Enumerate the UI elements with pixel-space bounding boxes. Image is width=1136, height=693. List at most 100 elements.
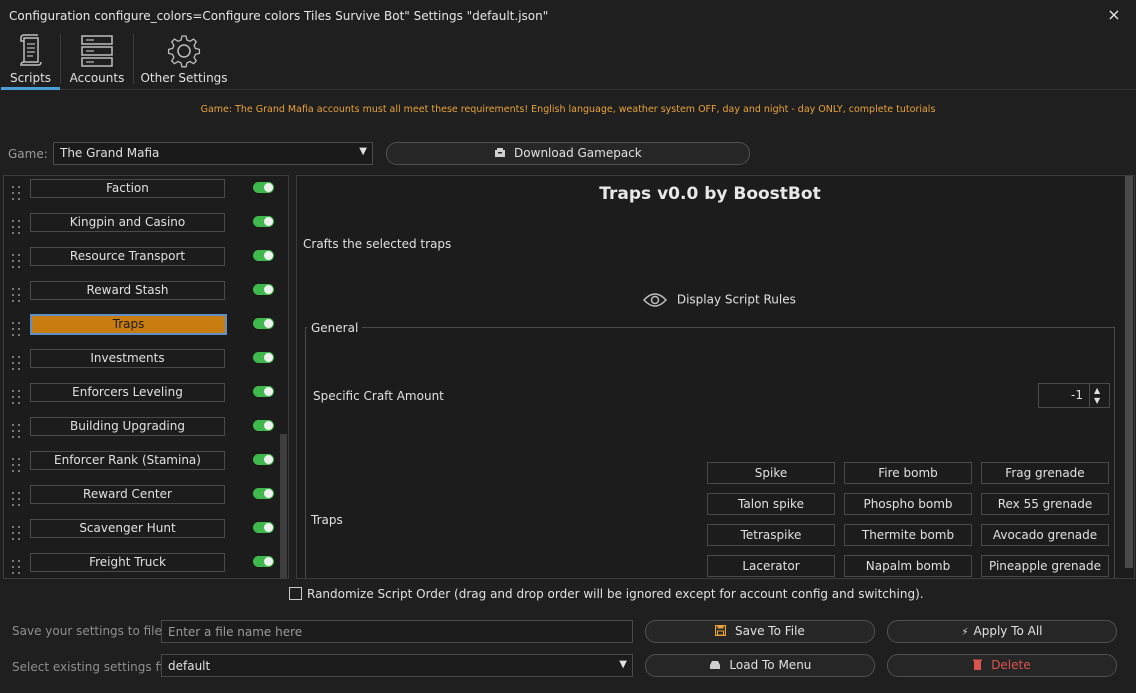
script-button[interactable]: Building Upgrading (30, 417, 225, 436)
script-row[interactable]: Investments (4, 347, 288, 381)
script-button[interactable]: Scavenger Hunt (30, 519, 225, 538)
general-group-label: General (307, 321, 363, 335)
drag-handle-icon[interactable] (12, 288, 22, 304)
script-button[interactable]: Resource Transport (30, 247, 225, 266)
script-button[interactable]: Traps (30, 314, 227, 335)
drag-handle-icon[interactable] (12, 560, 22, 576)
tab-scripts[interactable]: Scripts (1, 32, 60, 88)
download-gamepack-label: Download Gamepack (514, 146, 642, 160)
apply-to-all-button[interactable]: ⚡ Apply To All (887, 620, 1117, 643)
close-button[interactable]: × (1104, 4, 1124, 26)
script-enabled-toggle[interactable] (253, 352, 274, 363)
script-row[interactable]: Faction (4, 177, 288, 211)
script-row[interactable]: Freight Truck (4, 551, 288, 578)
script-enabled-toggle[interactable] (253, 420, 274, 431)
script-row[interactable]: Enforcer Rank (Stamina) (4, 449, 288, 483)
trap-toggle-button[interactable]: Spike (707, 462, 835, 484)
trap-toggle-button[interactable]: Phospho bomb (844, 493, 972, 515)
download-gamepack-button[interactable]: Download Gamepack (386, 142, 750, 165)
script-row[interactable]: Traps (4, 313, 288, 347)
script-enabled-toggle[interactable] (253, 216, 274, 227)
trap-toggle-button[interactable]: Thermite bomb (844, 524, 972, 546)
delete-button[interactable]: Delete (887, 654, 1117, 677)
randomize-script-order-checkbox[interactable]: Randomize Script Order (drag and drop or… (289, 587, 924, 601)
filename-input[interactable]: Enter a file name here (161, 620, 633, 643)
drag-handle-icon[interactable] (12, 322, 22, 338)
tray-icon (709, 658, 730, 672)
lightning-icon: ⚡ (961, 627, 969, 638)
detail-scrollbar-thumb[interactable] (1125, 176, 1133, 568)
tab-accounts[interactable]: Accounts (62, 32, 132, 88)
script-list-scrollbar[interactable] (280, 434, 287, 578)
stepper-up-icon[interactable]: ▲ (1094, 387, 1100, 395)
eye-icon (642, 293, 677, 307)
trap-toggle-button[interactable]: Avocado grenade (981, 524, 1109, 546)
script-enabled-toggle[interactable] (253, 250, 274, 261)
game-select-value: The Grand Mafia (60, 146, 160, 160)
script-button[interactable]: Enforcers Leveling (30, 383, 225, 402)
floppy-disk-icon (715, 624, 735, 638)
game-select[interactable]: The Grand Mafia ▼ (53, 142, 373, 165)
drag-handle-icon[interactable] (12, 390, 22, 406)
craft-amount-label: Specific Craft Amount (313, 389, 444, 403)
tab-other-settings-label: Other Settings (140, 71, 228, 85)
trap-toggle-button[interactable]: Pineapple grenade (981, 555, 1109, 577)
script-button[interactable]: Freight Truck (30, 553, 225, 572)
script-detail-panel: Traps v0.0 by BoostBot Crafts the select… (296, 175, 1135, 579)
script-button[interactable]: Faction (30, 179, 225, 198)
script-row[interactable]: Scavenger Hunt (4, 517, 288, 551)
drag-handle-icon[interactable] (12, 356, 22, 372)
script-row[interactable]: Enforcers Leveling (4, 381, 288, 415)
settings-file-value: default (168, 659, 211, 673)
script-button[interactable]: Reward Stash (30, 281, 225, 300)
tab-other-settings[interactable]: Other Settings (140, 32, 228, 88)
script-enabled-toggle[interactable] (253, 318, 274, 329)
tabs-divider (0, 89, 1136, 90)
trap-toggle-button[interactable]: Tetraspike (707, 524, 835, 546)
script-button[interactable]: Enforcer Rank (Stamina) (30, 451, 225, 470)
craft-amount-spinbox[interactable]: -1 ▲ ▼ (1038, 383, 1110, 408)
traps-label: Traps (311, 513, 343, 527)
drag-handle-icon[interactable] (12, 492, 22, 508)
stepper-down-icon[interactable]: ▼ (1094, 397, 1100, 405)
display-script-rules-button[interactable]: Display Script Rules (642, 292, 796, 308)
script-row[interactable]: Resource Transport (4, 245, 288, 279)
tab-accounts-label: Accounts (69, 71, 125, 85)
load-to-menu-label: Load To Menu (729, 658, 812, 672)
load-to-menu-button[interactable]: Load To Menu (645, 654, 875, 677)
trap-toggle-button[interactable]: Lacerator (707, 555, 835, 577)
script-enabled-toggle[interactable] (253, 284, 274, 295)
script-enabled-toggle[interactable] (253, 488, 274, 499)
tab-divider (60, 34, 61, 84)
checkbox-box[interactable] (289, 587, 302, 600)
script-row[interactable]: Building Upgrading (4, 415, 288, 449)
script-enabled-toggle[interactable] (253, 182, 274, 193)
drag-handle-icon[interactable] (12, 254, 22, 270)
script-enabled-toggle[interactable] (253, 522, 274, 533)
script-enabled-toggle[interactable] (253, 386, 274, 397)
script-button[interactable]: Kingpin and Casino (30, 213, 225, 232)
script-enabled-toggle[interactable] (253, 556, 274, 567)
script-list[interactable]: Faction Kingpin and Casino Resource Transp… (3, 175, 289, 579)
drag-handle-icon[interactable] (12, 424, 22, 440)
game-requirements-notice: Game: The Grand Mafia accounts must all … (200, 104, 936, 115)
drag-handle-icon[interactable] (12, 458, 22, 474)
trap-toggle-button[interactable]: Talon spike (707, 493, 835, 515)
settings-file-select[interactable]: default ▼ (161, 654, 633, 677)
trap-toggle-button[interactable]: Fire bomb (844, 462, 972, 484)
script-enabled-toggle[interactable] (253, 454, 274, 465)
script-row[interactable]: Reward Stash (4, 279, 288, 313)
script-button[interactable]: Investments (30, 349, 225, 368)
detail-scrollbar[interactable] (1125, 176, 1133, 568)
drag-handle-icon[interactable] (12, 186, 22, 202)
drag-handle-icon[interactable] (12, 220, 22, 236)
script-row[interactable]: Reward Center (4, 483, 288, 517)
trap-toggle-button[interactable]: Napalm bomb (844, 555, 972, 577)
drag-handle-icon[interactable] (12, 526, 22, 542)
save-to-file-button[interactable]: Save To File (645, 620, 875, 643)
game-label: Game: (8, 147, 48, 161)
script-button[interactable]: Reward Center (30, 485, 225, 504)
trap-toggle-button[interactable]: Frag grenade (981, 462, 1109, 484)
trap-toggle-button[interactable]: Rex 55 grenade (981, 493, 1109, 515)
script-row[interactable]: Kingpin and Casino (4, 211, 288, 245)
